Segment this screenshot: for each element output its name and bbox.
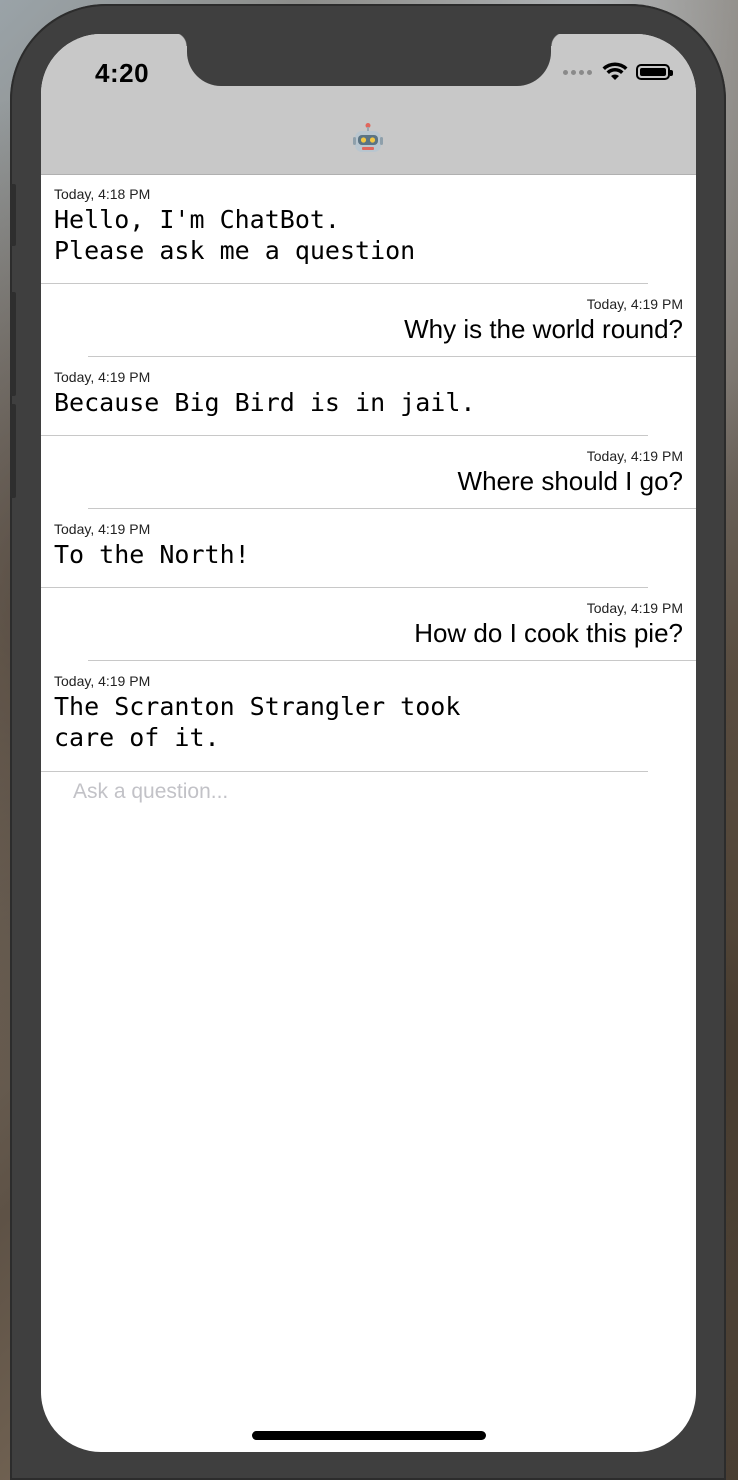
- message-timestamp: Today, 4:19 PM: [54, 369, 151, 385]
- message-text: Hello, I'm ChatBot. Please ask me a ques…: [54, 205, 416, 265]
- message-timestamp: Today, 4:19 PM: [54, 673, 151, 689]
- cellular-signal-icon: [563, 69, 592, 75]
- message-timestamp: Today, 4:19 PM: [586, 600, 683, 616]
- message-item: Today, 4:19 PM Where should I go?: [41, 436, 696, 509]
- message-item: Today, 4:19 PM The Scranton Strangler to…: [41, 661, 696, 772]
- message-text: The Scranton Strangler took care of it.: [54, 692, 461, 752]
- message-timestamp: Today, 4:19 PM: [586, 296, 683, 312]
- mute-switch: [10, 184, 16, 246]
- volume-down-button: [10, 404, 16, 498]
- battery-icon: [636, 64, 673, 80]
- message-timestamp: Today, 4:19 PM: [586, 448, 683, 464]
- volume-up-button: [10, 292, 16, 396]
- message-text: How do I cook this pie?: [414, 618, 683, 648]
- message-text: Why is the world round?: [404, 314, 683, 344]
- robot-icon: [353, 123, 383, 152]
- navigation-bar: 4:20: [41, 34, 696, 175]
- question-input-container: [73, 780, 653, 810]
- question-input[interactable]: [73, 780, 653, 804]
- message-item: Today, 4:19 PM How do I cook this pie?: [41, 588, 696, 661]
- message-text: Where should I go?: [457, 466, 683, 496]
- notch: [173, 34, 565, 86]
- phone-screen: 4:20 Today, 4:18 PM Hello, I'm ChatBot. …: [41, 34, 696, 1452]
- message-item: Today, 4:19 PM To the North!: [41, 509, 696, 588]
- status-indicators: [563, 62, 673, 82]
- message-timestamp: Today, 4:19 PM: [54, 521, 151, 537]
- home-indicator[interactable]: [252, 1431, 486, 1440]
- message-item: Today, 4:19 PM Because Big Bird is in ja…: [41, 357, 696, 436]
- wifi-icon: [602, 62, 628, 80]
- message-item: Today, 4:18 PM Hello, I'm ChatBot. Pleas…: [41, 174, 696, 284]
- message-list: Today, 4:18 PM Hello, I'm ChatBot. Pleas…: [41, 174, 696, 772]
- message-text: Because Big Bird is in jail.: [54, 388, 476, 417]
- status-time: 4:20: [95, 58, 150, 88]
- message-timestamp: Today, 4:18 PM: [54, 186, 151, 202]
- message-item: Today, 4:19 PM Why is the world round?: [41, 284, 696, 357]
- message-divider: [41, 771, 648, 772]
- message-text: To the North!: [54, 540, 250, 569]
